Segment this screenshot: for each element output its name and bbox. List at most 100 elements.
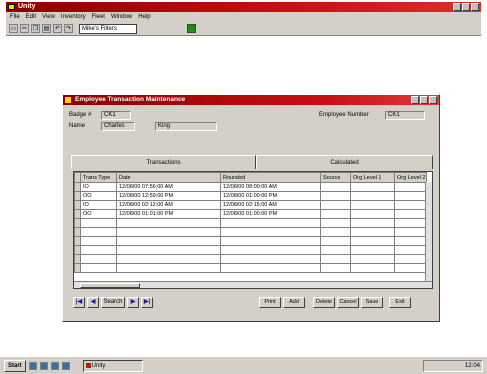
table-cell[interactable] <box>80 227 117 237</box>
table-cell[interactable] <box>116 236 221 246</box>
menu-file[interactable]: File <box>10 12 20 22</box>
table-cell[interactable]: 12/08/00 02:12:00 AM <box>116 200 221 210</box>
last-record-button[interactable]: ▶| <box>141 297 153 308</box>
table-cell[interactable] <box>116 263 221 273</box>
table-cell[interactable]: OO <box>80 191 117 201</box>
table-cell[interactable] <box>116 254 221 264</box>
table-cell[interactable]: 12/08/00 07:56:00 AM <box>116 182 221 192</box>
table-cell[interactable] <box>394 209 427 219</box>
delete-button[interactable]: Delete <box>313 297 335 308</box>
table-cell[interactable]: 12/08/00 12:59:00 PM <box>116 191 221 201</box>
table-cell[interactable] <box>80 236 117 246</box>
table-cell[interactable] <box>350 236 395 246</box>
table-cell[interactable] <box>220 218 321 228</box>
table-cell[interactable] <box>394 200 427 210</box>
paste-icon[interactable]: ▤ <box>42 24 51 33</box>
column-header[interactable]: Date <box>116 172 221 183</box>
table-cell[interactable]: 12/08/00 01:00:00 PM <box>220 191 321 201</box>
table-cell[interactable] <box>220 245 321 255</box>
table-cell[interactable] <box>350 263 395 273</box>
column-header[interactable]: Org Level 2 <box>394 172 427 183</box>
table-cell[interactable] <box>394 254 427 264</box>
table-cell[interactable] <box>116 245 221 255</box>
previous-record-button[interactable]: ◀ <box>87 297 99 308</box>
table-cell[interactable] <box>350 245 395 255</box>
table-cell[interactable] <box>350 182 395 192</box>
cancel-button[interactable]: Cancel <box>337 297 359 308</box>
table-cell[interactable] <box>320 191 351 201</box>
badge-field[interactable]: CK1 <box>101 111 131 120</box>
table-cell[interactable] <box>394 191 427 201</box>
table-cell[interactable]: IO <box>80 200 117 210</box>
table-cell[interactable] <box>350 200 395 210</box>
table-row[interactable] <box>74 218 427 228</box>
table-cell[interactable] <box>350 227 395 237</box>
tab-calculated[interactable]: Calculated <box>256 155 433 169</box>
maximize-button[interactable] <box>462 3 470 11</box>
menu-view[interactable]: View <box>42 12 55 22</box>
browser-icon[interactable] <box>39 361 48 370</box>
table-cell[interactable] <box>320 200 351 210</box>
table-cell[interactable] <box>394 227 427 237</box>
table-row[interactable] <box>74 254 427 264</box>
table-cell[interactable] <box>320 263 351 273</box>
menu-fleet[interactable]: Fleet <box>92 12 105 22</box>
dialog-close-button[interactable] <box>429 96 437 104</box>
menu-edit[interactable]: Edit <box>26 12 36 22</box>
dialog-maximize-button[interactable] <box>420 96 428 104</box>
menu-help[interactable]: Help <box>138 12 150 22</box>
redo-icon[interactable]: ↷ <box>64 24 73 33</box>
explorer-icon[interactable] <box>50 361 59 370</box>
table-cell[interactable] <box>80 254 117 264</box>
print-button[interactable]: Print <box>259 297 281 308</box>
table-cell[interactable] <box>320 236 351 246</box>
go-button[interactable] <box>187 24 196 33</box>
table-cell[interactable] <box>320 218 351 228</box>
taskbar-item-unity[interactable]: Unity <box>82 359 143 372</box>
minimize-button[interactable] <box>453 3 461 11</box>
table-cell[interactable]: 12/08/00 01:01:00 PM <box>116 209 221 219</box>
table-row[interactable] <box>74 227 427 237</box>
table-cell[interactable] <box>350 218 395 228</box>
copy-icon[interactable]: ❐ <box>31 24 40 33</box>
table-row[interactable]: OO 12/08/00 12:59:00 PM 12/08/00 01:00:0… <box>74 191 427 201</box>
table-cell[interactable] <box>116 218 221 228</box>
save-button[interactable]: Save <box>361 297 383 308</box>
outlook-icon[interactable] <box>61 361 70 370</box>
close-button[interactable] <box>471 3 479 11</box>
tab-transactions[interactable]: Transactions <box>71 155 256 169</box>
next-record-button[interactable]: ▶ <box>127 297 139 308</box>
table-cell[interactable] <box>320 254 351 264</box>
table-cell[interactable] <box>394 236 427 246</box>
table-row[interactable]: IO 12/08/00 07:56:00 AM 12/08/00 08:00:0… <box>74 182 427 192</box>
desktop-icon[interactable] <box>28 361 37 370</box>
column-header[interactable]: Trans Type <box>80 172 117 183</box>
undo-icon[interactable]: ↶ <box>53 24 62 33</box>
column-header[interactable]: Org Level 1 <box>350 172 395 183</box>
table-row[interactable]: OO 12/08/00 01:01:00 PM 12/08/00 01:00:0… <box>74 209 427 219</box>
table-cell[interactable]: OO <box>80 209 117 219</box>
vertical-scrollbar[interactable] <box>425 182 432 281</box>
first-record-button[interactable]: |◀ <box>73 297 85 308</box>
table-cell[interactable] <box>320 209 351 219</box>
table-cell[interactable] <box>394 218 427 228</box>
menu-window[interactable]: Window <box>111 12 132 22</box>
table-cell[interactable] <box>394 182 427 192</box>
table-cell[interactable] <box>350 209 395 219</box>
table-cell[interactable] <box>80 218 117 228</box>
table-cell[interactable] <box>350 254 395 264</box>
search-button[interactable]: Search <box>101 297 125 308</box>
table-cell[interactable] <box>80 245 117 255</box>
table-cell[interactable] <box>116 227 221 237</box>
table-cell[interactable]: IO <box>80 182 117 192</box>
table-cell[interactable] <box>220 254 321 264</box>
cut-icon[interactable]: ✂ <box>20 24 29 33</box>
table-row[interactable]: IO 12/08/00 02:12:00 AM 12/08/00 02:15:0… <box>74 200 427 210</box>
menu-inventory[interactable]: Inventory <box>61 12 86 22</box>
table-cell[interactable] <box>394 245 427 255</box>
column-header[interactable]: Rounded <box>220 172 321 183</box>
table-cell[interactable]: 12/08/00 01:00:00 PM <box>220 209 321 219</box>
table-row[interactable] <box>74 245 427 255</box>
filter-combo[interactable]: Mike's Filters <box>79 23 137 34</box>
horizontal-scroll-thumb[interactable] <box>80 283 140 288</box>
